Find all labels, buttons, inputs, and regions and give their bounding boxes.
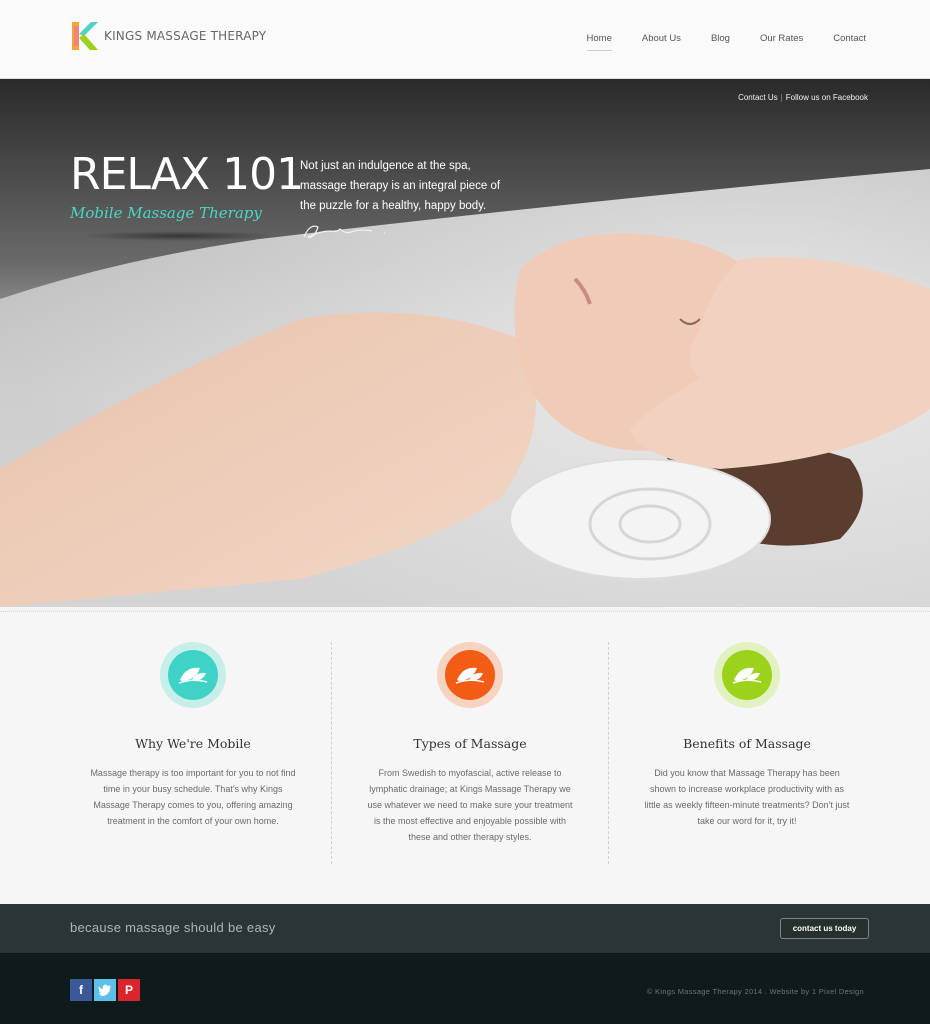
feature-icon-ring: [160, 642, 226, 708]
nav-blog[interactable]: Blog: [711, 33, 730, 51]
nav-home[interactable]: Home: [586, 33, 612, 51]
site-footer: f P © Kings Massage Therapy 2014 . Websi…: [0, 953, 930, 1024]
column-divider: [331, 642, 332, 864]
logo-k-icon: [72, 22, 98, 50]
pinterest-icon[interactable]: P: [118, 979, 140, 1001]
feature-title: Benefits of Massage: [683, 736, 811, 751]
hero-intro-line: Not just an indulgence at the spa,: [300, 160, 471, 172]
main-nav: Home About Us Blog Our Rates Contact: [557, 33, 866, 51]
nav-about-us[interactable]: About Us: [642, 33, 681, 51]
column-divider: [608, 642, 609, 864]
contact-us-link[interactable]: Contact Us: [738, 93, 778, 102]
feature-why-mobile: Why We're Mobile Massage therapy is too …: [73, 642, 313, 829]
feature-text: Did you know that Massage Therapy has be…: [644, 768, 850, 826]
hero-top-links: Contact Us | Follow us on Facebook: [738, 93, 868, 102]
facebook-icon[interactable]: f: [70, 979, 92, 1001]
feature-types-of-massage: Types of Massage From Swedish to myofasc…: [350, 642, 590, 845]
tagline-text: because massage should be easy: [70, 920, 276, 935]
hero-intro-line: massage therapy is an integral piece of: [300, 180, 501, 192]
signature-icon: [303, 225, 385, 238]
hero-title: RELAX 101: [70, 149, 304, 200]
hero-subtitle: Mobile Massage Therapy: [70, 204, 262, 222]
feature-text: From Swedish to myofascial, active relea…: [367, 768, 573, 842]
twitter-icon[interactable]: [94, 979, 116, 1001]
hero-banner: Contact Us | Follow us on Facebook RELAX 1…: [0, 79, 930, 607]
link-separator: |: [780, 93, 783, 102]
title-shadow: [80, 231, 280, 241]
feature-title: Why We're Mobile: [135, 736, 251, 751]
hero-intro: Not just an indulgence at the spa, massa…: [300, 156, 530, 216]
leaf-icon: [445, 650, 495, 700]
features-section: Why We're Mobile Massage therapy is too …: [0, 611, 930, 904]
contact-us-today-button[interactable]: contact us today: [780, 918, 869, 939]
feature-text: Massage therapy is too important for you…: [90, 768, 296, 826]
leaf-icon: [722, 650, 772, 700]
logo[interactable]: KINGS MASSAGE THERAPY: [70, 20, 266, 52]
social-links: f P: [70, 979, 140, 1001]
feature-icon-ring: [437, 642, 503, 708]
nav-contact[interactable]: Contact: [833, 33, 866, 51]
tagline-bar: because massage should be easy contact u…: [0, 904, 930, 953]
feature-benefits-of-massage: Benefits of Massage Did you know that Ma…: [627, 642, 867, 829]
brand-name: KINGS MASSAGE THERAPY: [104, 29, 267, 43]
feature-title: Types of Massage: [413, 736, 527, 751]
site-header: KINGS MASSAGE THERAPY Home About Us Blog…: [0, 0, 930, 79]
hero-intro-line: the puzzle for a healthy, happy body.: [300, 200, 487, 212]
copyright-text: © Kings Massage Therapy 2014 . Website b…: [646, 987, 864, 996]
facebook-follow-link[interactable]: Follow us on Facebook: [786, 93, 868, 102]
nav-our-rates[interactable]: Our Rates: [760, 33, 803, 51]
feature-icon-ring: [714, 642, 780, 708]
leaf-icon: [168, 650, 218, 700]
